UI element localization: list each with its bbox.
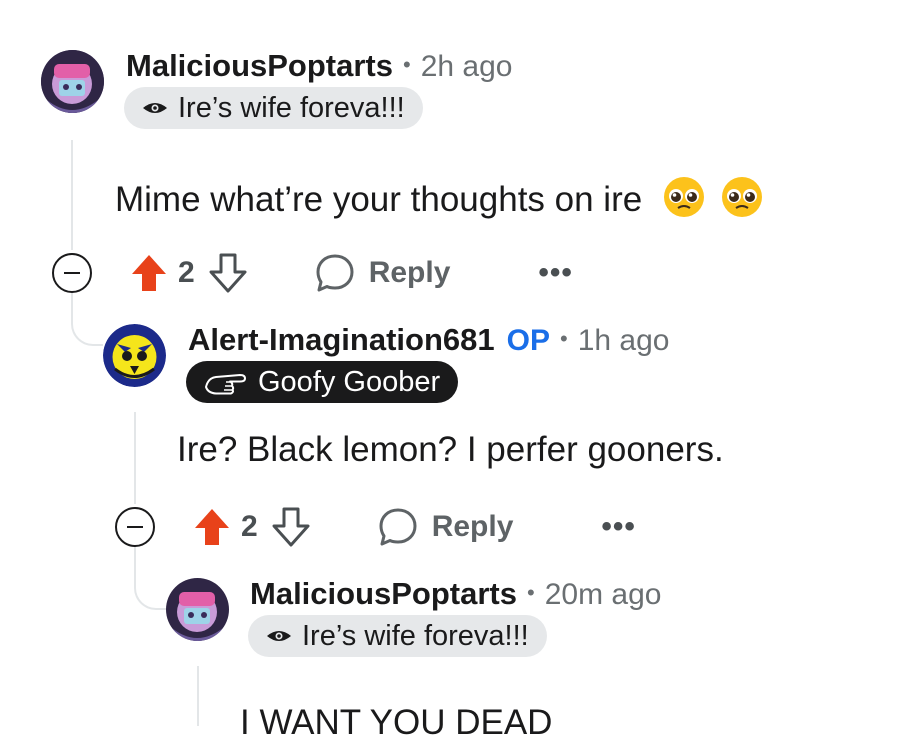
comment-actions: 2 Reply ••• <box>115 502 636 552</box>
meta-separator: • <box>527 580 535 605</box>
comment-meta: MaliciousPoptarts • 2h ago <box>126 48 512 84</box>
timestamp: 20m ago <box>544 578 662 611</box>
thread-connector <box>71 292 103 346</box>
avatar[interactable] <box>166 578 229 641</box>
eye-icon <box>266 628 292 644</box>
avatar[interactable] <box>41 50 104 113</box>
timestamp: 1h ago <box>577 324 670 357</box>
upvote-arrow-icon[interactable] <box>193 507 231 547</box>
minus-circle-icon <box>127 525 143 529</box>
downvote-arrow-icon[interactable] <box>209 253 247 293</box>
user-flair: Goofy Goober <box>186 361 459 403</box>
timestamp: 2h ago <box>420 50 513 83</box>
comment-text: I WANT YOU DEAD <box>240 703 553 742</box>
comment-body: Ire? Black lemon? I perfer gooners. <box>177 430 724 470</box>
pleading-face-emoji <box>720 175 764 228</box>
speech-bubble-icon <box>315 253 355 293</box>
comment-text: Ire? Black lemon? I perfer gooners. <box>177 430 724 469</box>
speech-bubble-icon <box>378 507 418 547</box>
op-badge: OP <box>506 324 550 357</box>
username[interactable]: MaliciousPoptarts <box>126 48 393 84</box>
comment-actions: 2 Reply ••• <box>52 248 573 298</box>
flair-text: Goofy Goober <box>258 365 441 398</box>
pointing-hand-icon <box>204 369 248 395</box>
thread-connector <box>134 546 166 610</box>
reply-label: Reply <box>431 510 514 543</box>
reply-button[interactable]: Reply <box>378 507 514 547</box>
pleading-face-emoji <box>662 175 706 228</box>
vote-count: 2 <box>241 510 258 543</box>
thread-line <box>71 140 73 250</box>
user-flair: Ire’s wife foreva!!! <box>124 87 423 129</box>
reply-button[interactable]: Reply <box>315 253 451 293</box>
comment-body: I WANT YOU DEAD <box>240 703 552 743</box>
upvote-arrow-icon[interactable] <box>130 253 168 293</box>
comment-text: Mime what’re your thoughts on ire <box>115 179 643 219</box>
flair-text: Ire’s wife foreva!!! <box>302 619 529 652</box>
ellipsis-icon[interactable]: ••• <box>601 510 636 544</box>
user-flair: Ire’s wife foreva!!! <box>248 615 547 657</box>
downvote-arrow-icon[interactable] <box>272 507 310 547</box>
comment-meta: Alert-Imagination681 OP • 1h ago <box>188 322 669 358</box>
collapse-button[interactable] <box>52 253 92 293</box>
username[interactable]: MaliciousPoptarts <box>250 576 517 612</box>
collapse-button[interactable] <box>115 507 155 547</box>
avatar[interactable] <box>103 324 166 387</box>
comment-meta: MaliciousPoptarts • 20m ago <box>250 576 661 612</box>
eye-icon <box>142 100 168 116</box>
meta-separator: • <box>403 52 411 77</box>
meta-separator: • <box>559 326 568 351</box>
reply-label: Reply <box>368 256 451 289</box>
thread-line <box>134 412 136 504</box>
minus-circle-icon <box>64 271 80 275</box>
ellipsis-icon[interactable]: ••• <box>538 256 573 290</box>
flair-text: Ire’s wife foreva!!! <box>178 91 405 124</box>
comment-body: Mime what’re your thoughts on ire <box>115 175 764 228</box>
username[interactable]: Alert-Imagination681 <box>188 322 495 358</box>
vote-count: 2 <box>178 256 195 289</box>
thread-line <box>197 666 199 726</box>
